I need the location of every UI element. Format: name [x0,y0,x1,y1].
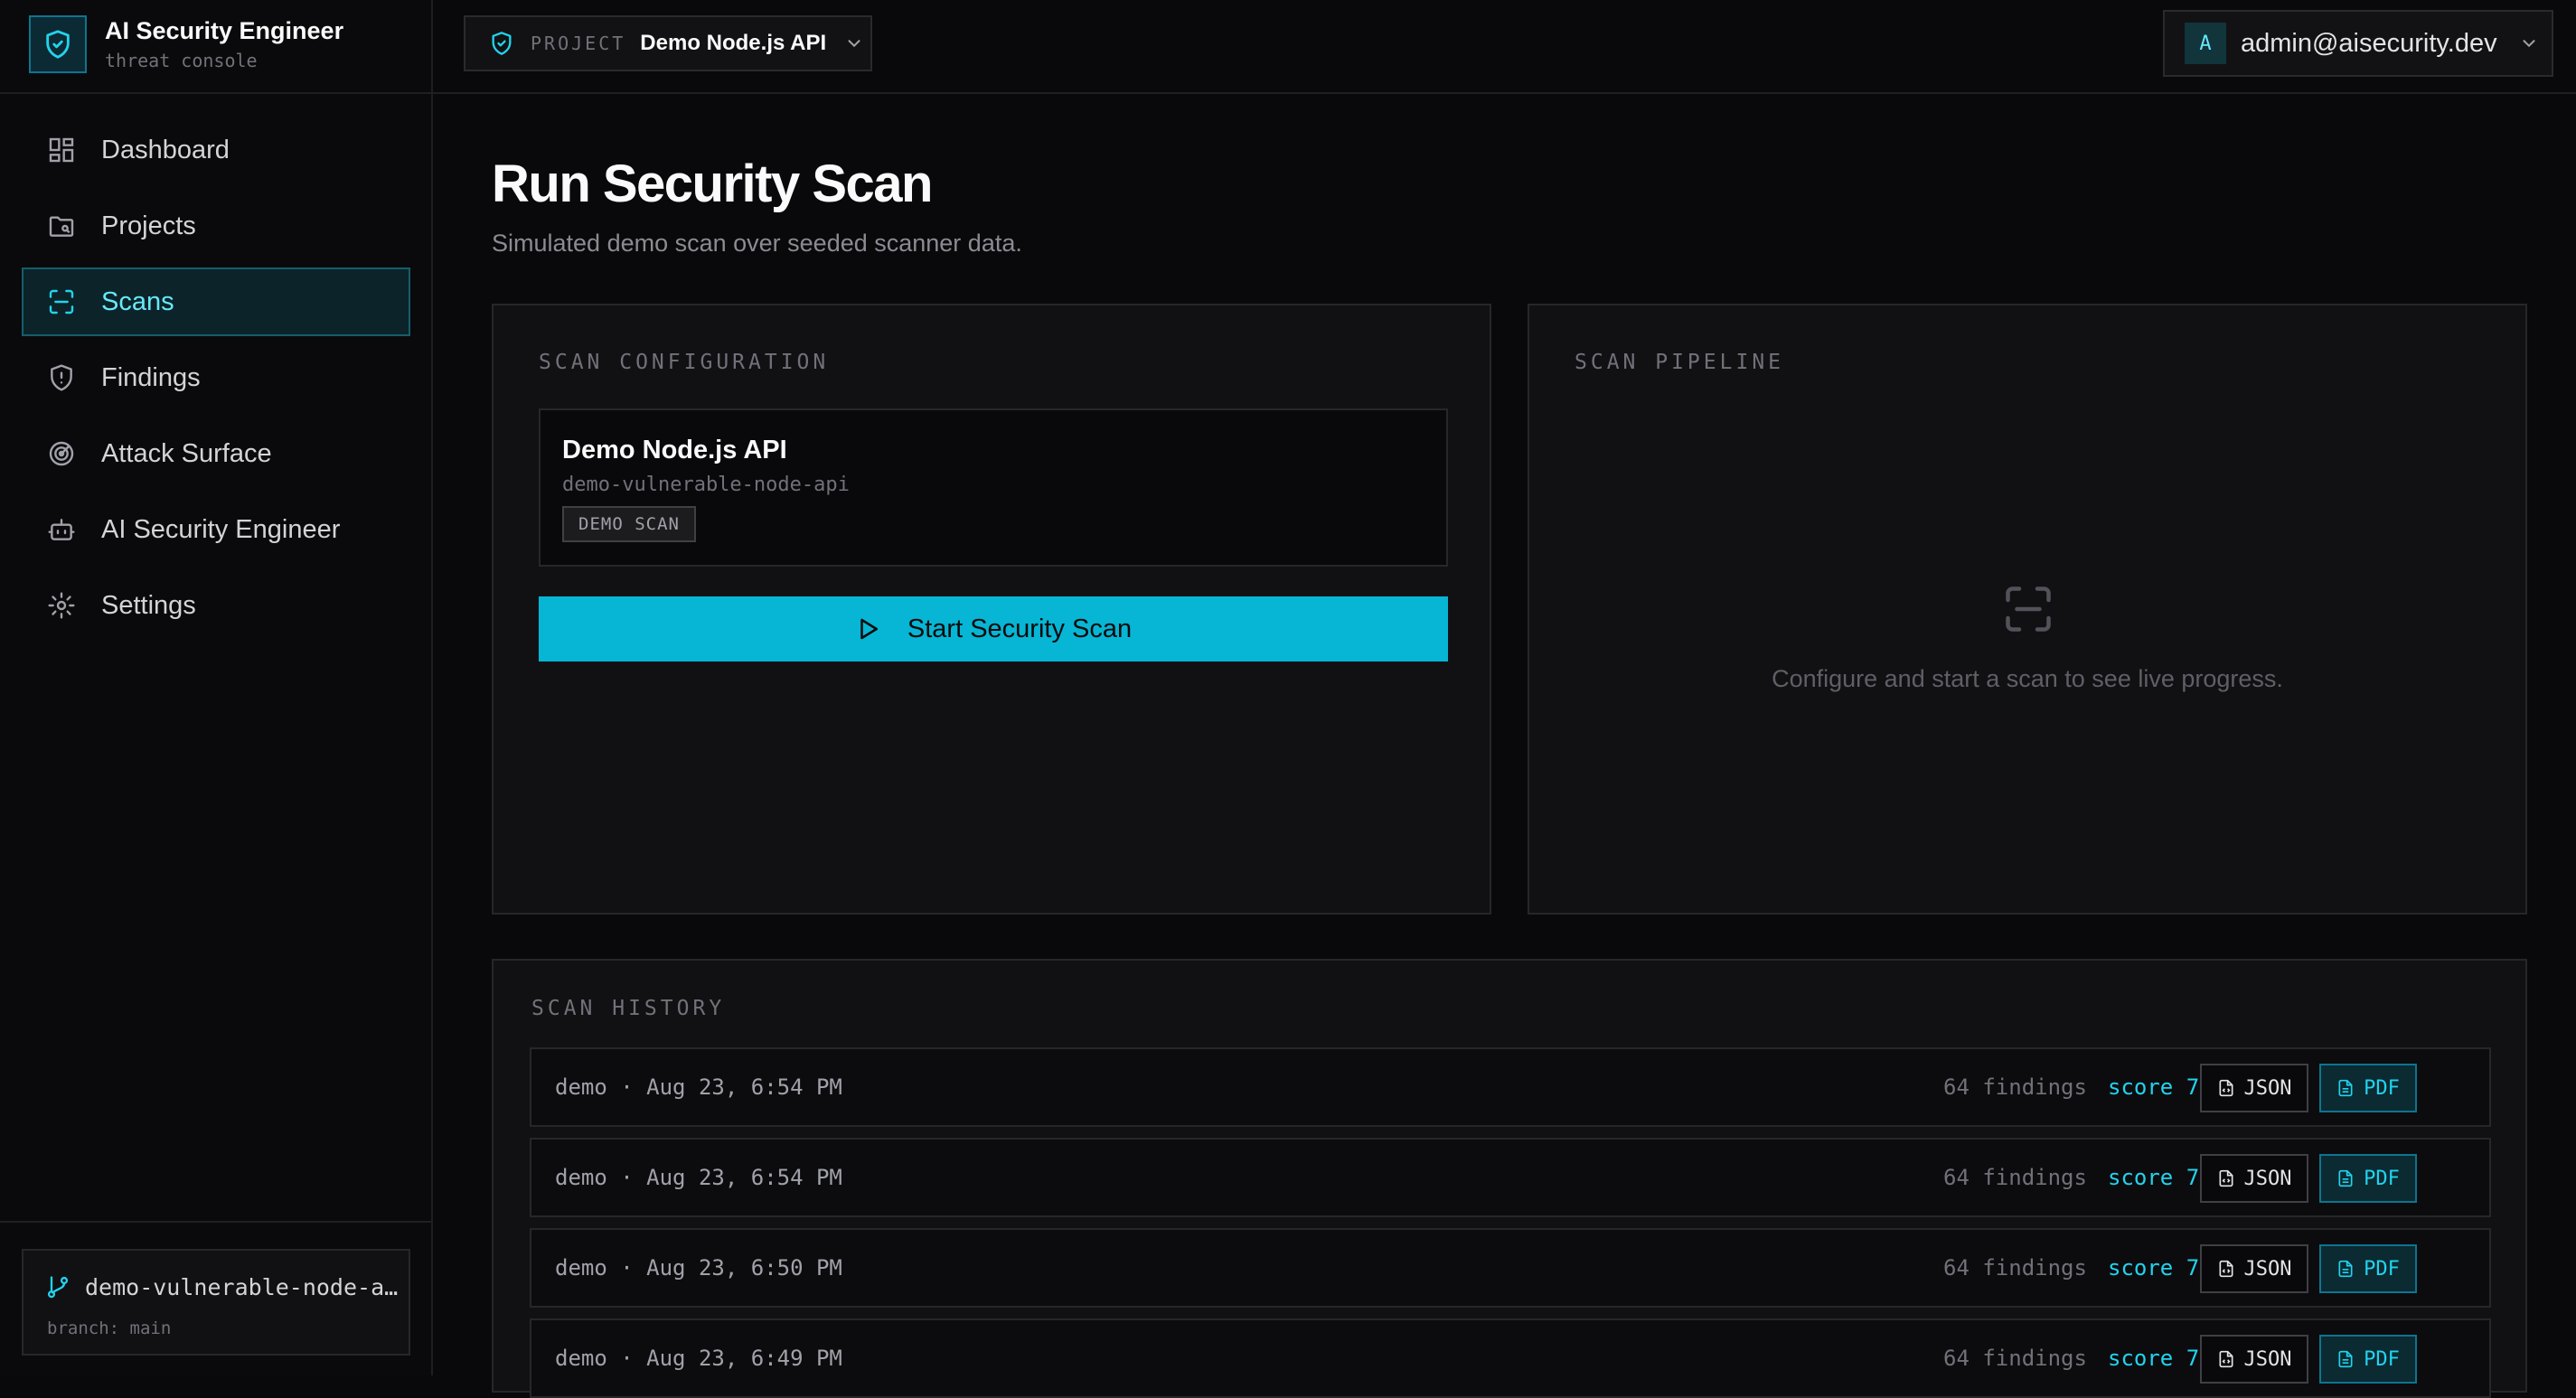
json-label: JSON [2243,1167,2292,1190]
sidebar-item-label: Attack Surface [101,438,272,468]
brand: AI Security Engineer threat console [0,0,431,94]
sidebar-item-label: Settings [101,590,196,620]
scan-score: score 72 [2108,1255,2213,1281]
folder-icon [47,211,76,240]
sidebar: AI Security Engineer threat console Dash… [0,0,433,1375]
file-text-icon [2336,1079,2355,1097]
play-icon [855,615,882,643]
brand-title: AI Security Engineer [105,17,344,44]
shield-check-icon [489,31,514,56]
scan-history-panel: SCAN HISTORY demo · Aug 23, 6:54 PM 64 f… [492,959,2527,1398]
pdf-download-button[interactable]: PDF [2319,1244,2417,1293]
chevron-down-icon [844,33,864,53]
json-download-button[interactable]: JSON [2200,1064,2308,1112]
brand-subtitle: threat console [105,50,258,71]
project-name: Demo Node.js API [562,436,787,464]
sidebar-item-scans[interactable]: Scans [22,267,410,336]
scan-icon [2001,582,2055,636]
project-selector[interactable]: PROJECT Demo Node.js API [464,15,872,71]
user-email: admin@aisecurity.dev [2241,28,2497,58]
sidebar-item-ai-security-engineer[interactable]: AI Security Engineer [22,495,410,564]
pdf-label: PDF [2364,1347,2400,1371]
scan-timestamp: demo · Aug 23, 6:50 PM [555,1255,842,1281]
json-label: JSON [2243,1257,2292,1281]
repo-name: demo-vulnerable-node-a… [85,1274,399,1300]
project-card: Demo Node.js API demo-vulnerable-node-ap… [539,408,1448,567]
bot-icon [47,515,76,544]
table-row[interactable]: demo · Aug 23, 6:54 PM 64 findings score… [530,1047,2491,1127]
scan-score: score 72 [2108,1165,2213,1190]
sidebar-item-dashboard[interactable]: Dashboard [22,116,410,184]
pdf-download-button[interactable]: PDF [2319,1154,2417,1203]
table-row[interactable]: demo · Aug 23, 6:49 PM 64 findings score… [530,1318,2491,1398]
page-title: Run Security Scan [492,155,933,213]
start-scan-button[interactable]: Start Security Scan [539,596,1448,661]
git-branch-icon [45,1274,71,1299]
project-selector-key: PROJECT [531,33,626,54]
user-menu[interactable]: A admin@aisecurity.dev [2163,10,2553,77]
scan-configuration-panel: SCAN CONFIGURATION Demo Node.js API demo… [492,304,1491,915]
sidebar-nav: Dashboard Projects Scans Findings Attack… [22,116,410,647]
json-download-button[interactable]: JSON [2200,1244,2308,1293]
table-row[interactable]: demo · Aug 23, 6:50 PM 64 findings score… [530,1228,2491,1308]
shield-alert-icon [47,363,76,392]
avatar: A [2185,23,2226,64]
file-text-icon [2336,1260,2355,1278]
scan-pipeline-panel: SCAN PIPELINE Configure and start a scan… [1528,304,2527,915]
dashboard-icon [47,136,76,164]
project-slug: demo-vulnerable-node-api [562,474,850,496]
panel-heading: SCAN HISTORY [531,997,726,1020]
file-json-icon [2217,1260,2235,1278]
json-download-button[interactable]: JSON [2200,1154,2308,1203]
radar-icon [47,439,76,468]
top-bar: PROJECT Demo Node.js API A admin@aisecur… [433,0,2576,94]
scan-timestamp: demo · Aug 23, 6:49 PM [555,1346,842,1371]
shield-logo-icon [29,15,87,73]
panel-heading: SCAN CONFIGURATION [539,351,830,374]
pdf-label: PDF [2364,1167,2400,1190]
sidebar-item-projects[interactable]: Projects [22,192,410,260]
demo-scan-badge: DEMO SCAN [562,506,696,542]
json-label: JSON [2243,1076,2292,1100]
findings-count: 64 findings [1943,1346,2087,1371]
findings-count: 64 findings [1943,1165,2087,1190]
scan-icon [47,287,76,316]
scan-timestamp: demo · Aug 23, 6:54 PM [555,1165,842,1190]
sidebar-item-findings[interactable]: Findings [22,343,410,412]
chevron-down-icon [2519,33,2539,53]
panel-heading: SCAN PIPELINE [1575,351,1785,374]
pipeline-empty-text: Configure and start a scan to see live p… [1772,665,2283,692]
sidebar-item-settings[interactable]: Settings [22,571,410,640]
start-scan-label: Start Security Scan [907,614,1133,643]
file-text-icon [2336,1169,2355,1187]
repo-footer: demo-vulnerable-node-a… branch: main [0,1221,431,1375]
file-json-icon [2217,1350,2235,1368]
pdf-label: PDF [2364,1076,2400,1100]
scan-score: score 72 [2108,1074,2213,1100]
repo-card[interactable]: demo-vulnerable-node-a… branch: main [22,1249,410,1356]
page-subtitle: Simulated demo scan over seeded scanner … [492,230,1022,257]
findings-count: 64 findings [1943,1074,2087,1100]
sidebar-item-attack-surface[interactable]: Attack Surface [22,419,410,488]
pdf-download-button[interactable]: PDF [2319,1064,2417,1112]
file-json-icon [2217,1169,2235,1187]
gear-icon [47,591,76,620]
repo-branch: branch: main [47,1318,172,1338]
json-download-button[interactable]: JSON [2200,1335,2308,1384]
pdf-download-button[interactable]: PDF [2319,1335,2417,1384]
table-row[interactable]: demo · Aug 23, 6:54 PM 64 findings score… [530,1138,2491,1217]
sidebar-item-label: Scans [101,286,174,316]
pdf-label: PDF [2364,1257,2400,1281]
scan-timestamp: demo · Aug 23, 6:54 PM [555,1074,842,1100]
sidebar-item-label: AI Security Engineer [101,514,341,544]
sidebar-item-label: Projects [101,211,196,240]
json-label: JSON [2243,1347,2292,1371]
project-selector-value: Demo Node.js API [640,31,827,55]
sidebar-item-label: Findings [101,362,201,392]
sidebar-item-label: Dashboard [101,135,230,164]
file-text-icon [2336,1350,2355,1368]
file-json-icon [2217,1079,2235,1097]
findings-count: 64 findings [1943,1255,2087,1281]
scan-score: score 72 [2108,1346,2213,1371]
